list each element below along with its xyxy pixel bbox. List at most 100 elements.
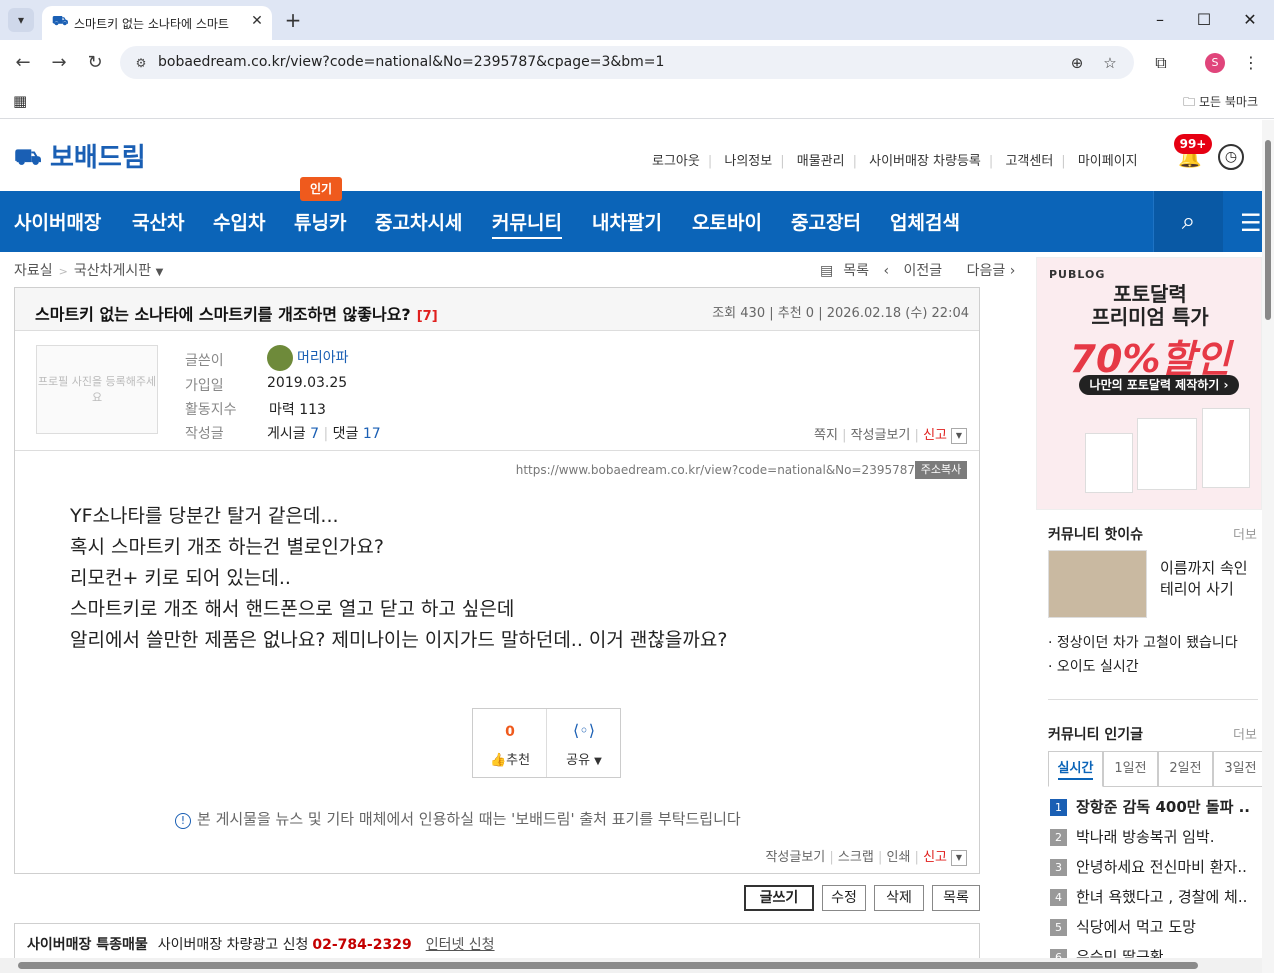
share-button[interactable]: ⟨◦⟩ 공유 ▼ <box>547 709 621 777</box>
tab-2day[interactable]: 2일전 <box>1158 751 1213 787</box>
message-link[interactable]: 쪽지 <box>814 428 838 443</box>
popular-more-link[interactable]: 더보 <box>1233 724 1257 743</box>
vertical-scrollbar[interactable] <box>1262 120 1274 973</box>
comment-count-link[interactable]: 17 <box>363 426 381 442</box>
nav-used-car-price[interactable]: 중고차시세 <box>375 208 462 235</box>
cyber-store-register-link[interactable]: 사이버매장 차량등록 <box>869 154 981 169</box>
report-link[interactable]: 신고 <box>923 428 947 443</box>
zoom-icon[interactable]: ⊕ <box>1066 52 1088 74</box>
my-page-link[interactable]: 마이페이지 <box>1078 154 1138 169</box>
all-bookmarks-label: 모든 북마크 <box>1198 95 1258 109</box>
new-tab-button[interactable]: + <box>284 8 302 32</box>
online-request-link[interactable]: 인터넷 신청 <box>426 937 495 953</box>
forward-icon[interactable]: → <box>46 50 72 76</box>
author[interactable]: 머리아파 <box>267 345 349 371</box>
apps-grid-icon[interactable]: ▦ <box>13 92 27 110</box>
tab-3day[interactable]: 3일전 <box>1213 751 1262 787</box>
popular-item[interactable]: 3 안녕하세요 전신마비 환자.. <box>1050 856 1247 877</box>
board-dropdown-icon[interactable]: ▼ <box>156 267 164 278</box>
divider <box>15 450 979 451</box>
search-icon[interactable]: ⌕ <box>1153 191 1223 252</box>
list-button[interactable]: 목록 <box>932 885 980 911</box>
reload-icon[interactable]: ↻ <box>82 50 108 76</box>
post-body: YF소나타를 당분간 탈거 같은데... 혹시 스마트키 개조 하는건 별로인가… <box>70 501 727 656</box>
sidebar-ad-banner[interactable]: PUBLOG 포토달력 프리미엄 특가 70%할인 나만의 포토달력 제작하기 … <box>1036 257 1262 510</box>
nav-community[interactable]: 커뮤니티 <box>492 208 562 239</box>
list-link[interactable]: ▤ 목록 <box>810 263 869 279</box>
ad-line2: 프리미엄 특가 <box>1091 305 1209 329</box>
hot-issue-link[interactable]: · 오이도 실시간 <box>1048 656 1139 676</box>
popular-title: 커뮤니티 인기글 <box>1048 727 1144 743</box>
view-author-posts-link[interactable]: 작성글보기 <box>851 428 911 443</box>
breadcrumb-board[interactable]: 국산차게시판 <box>74 263 151 279</box>
hot-issue-caption[interactable]: 이름까지 속인 테리어 사기 <box>1160 558 1260 600</box>
my-info-link[interactable]: 나의정보 <box>724 154 772 169</box>
popular-item[interactable]: 5 식당에서 먹고 도망 <box>1050 916 1196 937</box>
special-listing-title: 사이버매장 특종매물 <box>27 937 148 953</box>
edit-button[interactable]: 수정 <box>822 885 866 911</box>
profile-avatar[interactable]: S <box>1205 53 1225 73</box>
post-counts: 게시글 7 | 댓글 17 <box>267 426 381 442</box>
post-count-link[interactable]: 7 <box>310 426 319 442</box>
write-button[interactable]: 글쓰기 <box>744 885 814 911</box>
next-post-link[interactable]: 다음글 › <box>957 263 1016 279</box>
back-icon[interactable]: ← <box>10 50 36 76</box>
scrollbar-thumb[interactable] <box>18 962 1198 969</box>
nav-used-market[interactable]: 중고장터 <box>791 208 861 235</box>
popular-item[interactable]: 1 장항준 감독 400만 돌파 .. <box>1050 796 1250 817</box>
recommend-button[interactable]: 0 👍추천 <box>473 709 547 777</box>
nav-tuning-car[interactable]: 튜닝카 <box>294 208 346 235</box>
customer-center-link[interactable]: 고객센터 <box>1005 154 1053 169</box>
minimize-button[interactable]: – <box>1146 8 1174 32</box>
scrap-link[interactable]: 스크랩 <box>838 850 874 865</box>
breadcrumb-root[interactable]: 자료실 <box>14 263 53 279</box>
print-link[interactable]: 인쇄 <box>886 850 910 865</box>
bookmarks-bar: ▦ 🗀 모든 북마크 <box>0 85 1274 119</box>
tab-1day[interactable]: 1일전 <box>1103 751 1158 787</box>
popular-item[interactable]: 4 한녀 욕했다고 , 경찰에 체.. <box>1050 886 1247 907</box>
nav-motorcycle[interactable]: 오토바이 <box>692 208 762 235</box>
more-dropdown-icon[interactable]: ▼ <box>951 427 967 444</box>
horizontal-scrollbar[interactable] <box>0 958 1262 973</box>
nav-cyber-store[interactable]: 사이버매장 <box>14 208 101 235</box>
prev-post-link[interactable]: ‹ 이전글 <box>883 263 942 279</box>
site-logo[interactable]: ⛟ 보배드림 <box>14 142 146 174</box>
listing-manage-link[interactable]: 매물관리 <box>797 154 845 169</box>
post-date: 2026.02.18 (수) 22:04 <box>826 306 969 321</box>
url-text[interactable]: bobaedream.co.kr/view?code=national&No=2… <box>158 54 664 70</box>
maximize-button[interactable]: ☐ <box>1190 8 1218 32</box>
scrollbar-thumb[interactable] <box>1265 140 1271 320</box>
post-header: 스마트키 없는 소나타에 스마트키를 개조하면 않좋나요? [7] 조회 430 … <box>15 288 979 331</box>
extensions-icon[interactable]: ⧉ <box>1150 52 1172 74</box>
nav-sell-my-car[interactable]: 내차팔기 <box>592 208 662 235</box>
nav-import-car[interactable]: 수입차 <box>213 208 265 235</box>
author-name: 머리아파 <box>297 350 349 366</box>
report-link[interactable]: 신고 <box>923 850 947 865</box>
omnibox[interactable]: ⚙ bobaedream.co.kr/view?code=national&No… <box>120 46 1134 79</box>
tab-close-icon[interactable]: ✕ <box>248 12 266 30</box>
bookmark-star-icon[interactable]: ☆ <box>1099 52 1121 74</box>
recent-history-clock-icon[interactable]: ◷ <box>1218 144 1244 170</box>
popular-item[interactable]: 2 박나래 방송복귀 임박. <box>1050 826 1215 847</box>
tab-list-button[interactable]: ▾ <box>8 8 34 32</box>
copy-address-button[interactable]: 주소복사 <box>915 461 967 479</box>
close-window-button[interactable]: ✕ <box>1236 8 1264 32</box>
view-author-posts-link[interactable]: 작성글보기 <box>765 850 825 865</box>
logout-link[interactable]: 로그아웃 <box>652 154 700 169</box>
nav-business-search[interactable]: 업체검색 <box>890 208 960 235</box>
hot-issue-link[interactable]: · 정상이던 차가 고철이 됐습니다 <box>1048 632 1238 652</box>
browser-tab[interactable]: ⛟ 스마트키 없는 소나타에 스마트 ✕ <box>42 6 272 40</box>
post-title: 스마트키 없는 소나타에 스마트키를 개조하면 않좋나요? [7] <box>35 305 438 324</box>
tab-realtime[interactable]: 실시간 <box>1048 751 1103 787</box>
nav-domestic-car[interactable]: 국산차 <box>132 208 184 235</box>
browser-menu-icon[interactable]: ⋮ <box>1240 52 1262 74</box>
site-info-icon[interactable]: ⚙ <box>132 54 150 72</box>
delete-button[interactable]: 삭제 <box>874 885 924 911</box>
hot-issue-more-link[interactable]: 더보 <box>1233 524 1257 543</box>
all-bookmarks-folder[interactable]: 🗀 모든 북마크 <box>1183 93 1258 114</box>
hot-issue-thumbnail[interactable] <box>1048 550 1147 618</box>
hamburger-menu-icon[interactable]: ☰ <box>1240 209 1262 237</box>
ad-cta: 나만의 포토달력 제작하기 › <box>1079 375 1239 395</box>
more-dropdown-icon[interactable]: ▼ <box>951 849 967 866</box>
comment-count[interactable]: [7] <box>417 309 438 324</box>
